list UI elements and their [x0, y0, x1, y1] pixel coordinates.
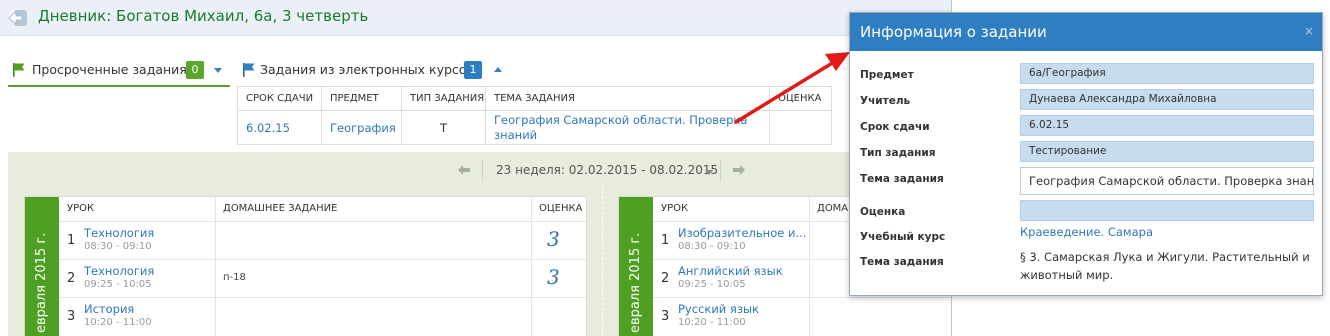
lesson-name-link[interactable]: История — [84, 302, 134, 316]
column-header-lesson: УРОК — [661, 203, 689, 214]
lesson-name-link[interactable]: Изобразительное и... — [678, 226, 806, 240]
lesson-number: 3 — [661, 309, 670, 324]
divider — [59, 259, 586, 260]
type-label: Тип задания — [860, 147, 936, 159]
week-schedule: 23 неделя: 02.02.2015 - 08.02.2015 еврал… — [8, 152, 951, 336]
back-arrow-icon[interactable] — [8, 9, 28, 27]
assignment-info-dialog: Информация о задании × Предмет 6а/Геогра… — [849, 12, 1323, 296]
next-week-icon[interactable] — [733, 165, 745, 175]
top-bar: Дневник: Богатов Михаил, 6а, 3 четверть — [0, 0, 951, 36]
week-selector[interactable]: 23 неделя: 02.02.2015 - 08.02.2015 — [496, 163, 718, 177]
course-label: Учебный курс — [860, 231, 946, 243]
course-topic-text: § 3. Самарская Лука и Жигули. Растительн… — [1020, 250, 1310, 282]
column-header-homework: ДОМАШНЕЕ ЗАДАНИЕ — [223, 203, 338, 214]
divider — [482, 160, 483, 182]
tab-overdue-assignments[interactable]: Просроченные задания 0 — [8, 55, 230, 87]
lesson-name-link[interactable]: Технология — [84, 226, 154, 240]
tab-course-assignments[interactable]: Задания из электронных курсов 1 — [238, 55, 518, 87]
grade-label: Оценка — [860, 206, 906, 218]
divider — [720, 160, 721, 182]
topic-label: Тема задания — [860, 173, 944, 185]
day-date-label: евраля 2015 г. — [34, 232, 49, 333]
type-field: Тестирование — [1020, 141, 1314, 162]
tab-overdue-label: Просроченные задания — [32, 62, 187, 77]
chevron-down-icon[interactable] — [214, 68, 222, 73]
lesson-name-link[interactable]: Русский язык — [678, 302, 759, 316]
lesson-number: 1 — [67, 233, 76, 248]
lesson-time: 09:25 - 10:05 — [678, 279, 746, 290]
column-header-type: ТИП ЗАДАНИЯ — [401, 86, 486, 111]
lesson-number: 2 — [661, 271, 670, 286]
column-header-homework: ДОМА — [817, 203, 849, 214]
divider — [59, 221, 586, 222]
lesson-grade[interactable]: 3 — [547, 227, 560, 251]
dialog-title: Информация о задании — [860, 23, 1047, 41]
chevron-down-icon[interactable] — [705, 170, 713, 175]
assignment-topic-link[interactable]: География Самарской области. Проверка зн… — [485, 110, 770, 145]
divider — [809, 197, 810, 336]
assignment-type: Т — [401, 110, 486, 145]
day-card-left: евраля 2015 г. УРОК ДОМАШНЕЕ ЗАДАНИЕ ОЦЕ… — [24, 196, 587, 336]
overdue-count-badge: 0 — [186, 61, 204, 79]
lesson-time: 10:20 - 11:00 — [678, 317, 746, 328]
column-header-due: СРОК СДАЧИ — [237, 86, 322, 111]
day-date-strip: евраля 2015 г. — [25, 197, 59, 336]
divider — [59, 297, 586, 298]
lesson-time: 08:30 - 09:10 — [678, 241, 746, 252]
divider — [531, 197, 532, 336]
subject-label: Предмет — [860, 69, 914, 81]
column-header-lesson: УРОК — [67, 203, 95, 214]
lesson-time: 09:25 - 10:05 — [84, 279, 152, 290]
lesson-number: 2 — [67, 271, 76, 286]
grade-field — [1020, 200, 1314, 221]
flag-icon — [13, 63, 25, 77]
lesson-name-link[interactable]: Технология — [84, 264, 154, 278]
subject-field: 6а/География — [1020, 63, 1314, 84]
courses-count-badge: 1 — [464, 61, 482, 79]
teacher-field: Дунаева Александра Михайловна — [1020, 89, 1314, 110]
topic-field[interactable]: География Самарской области. Проверка зн… — [1020, 167, 1314, 195]
tab-courses-label: Задания из электронных курсов — [260, 62, 474, 77]
previous-week-icon[interactable] — [458, 165, 470, 175]
divider — [653, 297, 951, 298]
course-topic-label: Тема задания — [860, 256, 944, 268]
teacher-label: Учитель — [860, 95, 911, 107]
due-date-field: 6.02.15 — [1020, 115, 1314, 136]
lesson-number: 3 — [67, 309, 76, 324]
lesson-grade[interactable]: 3 — [547, 265, 560, 289]
column-header-subject: ПРЕДМЕТ — [321, 86, 402, 111]
page-title: Дневник: Богатов Михаил, 6а, 3 четверть — [38, 7, 369, 25]
lesson-time: 08:30 - 09:10 — [84, 241, 152, 252]
day-date-strip: евраля 2015 г. — [619, 197, 653, 336]
chevron-up-icon[interactable] — [494, 67, 502, 72]
column-header-grade: ОЦЕНКА — [539, 203, 583, 214]
course-link[interactable]: Краеведение. Самара — [1020, 225, 1153, 239]
assignment-due-link[interactable]: 6.02.15 — [237, 110, 322, 145]
column-header-topic: ТЕМА ЗАДАНИЯ — [485, 86, 770, 111]
flag-icon — [243, 63, 255, 77]
lesson-time: 10:20 - 11:00 — [84, 317, 152, 328]
close-icon[interactable]: × — [1304, 24, 1314, 38]
lesson-name-link[interactable]: Английский язык — [678, 264, 783, 278]
due-date-label: Срок сдачи — [860, 121, 930, 133]
homework-text: п-18 — [223, 272, 246, 283]
divider — [215, 197, 216, 336]
day-date-label: евраля 2015 г. — [628, 232, 643, 333]
divider — [602, 186, 603, 336]
dialog-header: Информация о задании × — [850, 13, 1322, 51]
week-navigation: 23 неделя: 02.02.2015 - 08.02.2015 — [8, 160, 951, 182]
lesson-number: 1 — [661, 233, 670, 248]
assignment-subject-link[interactable]: География — [321, 110, 402, 145]
